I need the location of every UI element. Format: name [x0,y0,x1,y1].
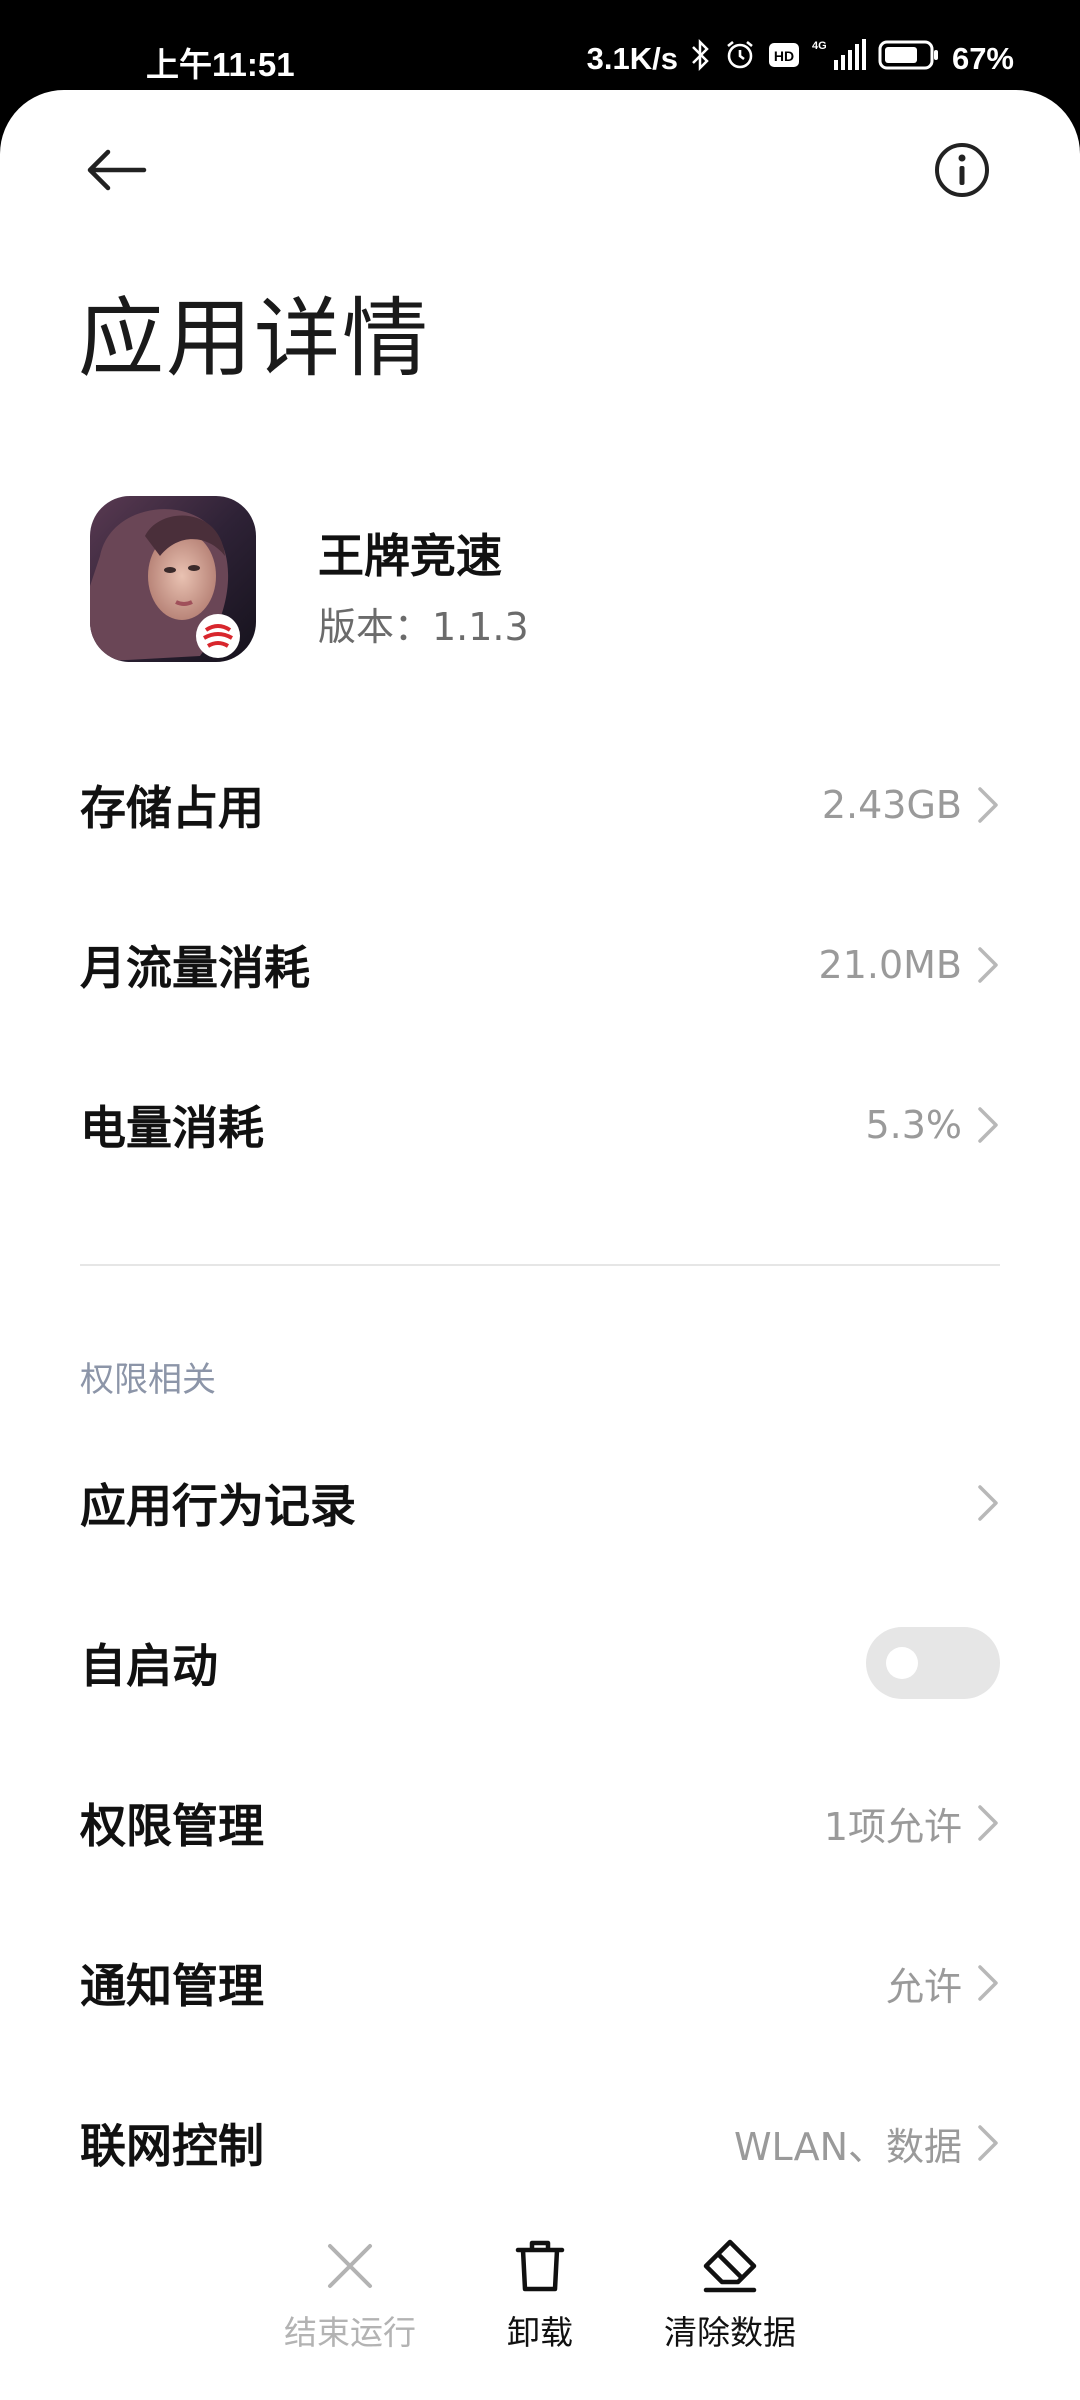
row-label: 自启动 [80,1639,218,1693]
chevron-right-icon [978,947,998,983]
app-name: 王牌竞速 [318,529,502,583]
close-icon [328,2244,372,2288]
force-stop-button[interactable]: 结束运行 [255,2238,445,2354]
force-stop-label: 结束运行 [284,2313,416,2352]
app-version: 版本：1.1.3 [318,605,529,649]
clear-data-button[interactable]: 清除数据 [635,2238,825,2354]
autostart-toggle[interactable] [866,1627,1000,1699]
arrow-left-icon [87,149,147,191]
info-icon [935,143,989,197]
row-label: 联网控制 [80,2119,264,2173]
row-label: 权限管理 [80,1799,264,1853]
row-value: 5.3% [865,1103,962,1147]
app-icon [90,496,256,662]
app-behavior-log-row[interactable]: 应用行为记录 [80,1448,1000,1558]
battery-usage-row[interactable]: 电量消耗 5.3% [80,1070,1000,1180]
divider [80,1264,1000,1266]
network-control-row[interactable]: 联网控制 WLAN、数据 [80,2088,1000,2198]
autostart-row: 自启动 [80,1608,1000,1718]
chevron-right-icon [978,1965,998,2001]
battery-percent: 67% [951,41,1014,76]
chevron-right-icon [978,1485,998,1521]
row-value: WLAN、数据 [733,2124,962,2169]
row-value: 1项允许 [823,1804,962,1849]
uninstall-button[interactable]: 卸载 [445,2238,635,2354]
chevron-right-icon [978,1107,998,1143]
row-label: 存储占用 [80,781,264,835]
app-details-sheet [0,90,1080,2400]
status-bar: 上午11:51 3.1K/s HD 4G 67% [0,0,1080,92]
data-usage-row[interactable]: 月流量消耗 21.0MB [80,910,1000,1020]
clear-data-label: 清除数据 [664,2313,796,2352]
trash-icon [515,2240,565,2292]
notification-manager-row[interactable]: 通知管理 允许 [80,1928,1000,2038]
chevron-right-icon [978,2125,998,2161]
back-button[interactable] [80,134,152,206]
row-value: 2.43GB [821,783,962,827]
uninstall-label: 卸载 [507,2313,573,2352]
app-info-button[interactable] [926,134,998,206]
alarm-icon [724,39,756,79]
signal-icon: 4G [812,38,866,80]
row-label: 通知管理 [80,1959,264,2013]
permission-manager-row[interactable]: 权限管理 1项允许 [80,1768,1000,1878]
bluetooth-icon [690,38,712,80]
chevron-right-icon [978,787,998,823]
hd-icon: HD [768,41,800,77]
bottom-action-bar: 结束运行 卸载 清除数据 [0,2220,1080,2400]
row-value: 21.0MB [818,943,962,987]
status-indicators: 3.1K/s HD 4G 67% [587,38,1014,80]
page-title: 应用详情 [78,289,430,389]
row-label: 月流量消耗 [80,941,310,995]
toggle-knob [886,1647,918,1679]
chevron-right-icon [978,1805,998,1841]
row-label: 应用行为记录 [80,1479,356,1533]
network-speed: 3.1K/s [586,41,678,76]
row-value: 允许 [885,1964,962,2009]
eraser-icon [703,2239,757,2293]
status-time: 上午11:51 [146,46,295,83]
row-label: 电量消耗 [80,1101,264,1155]
storage-row[interactable]: 存储占用 2.43GB [80,750,1000,860]
svg-text:HD: HD [774,48,794,64]
section-header-permissions: 权限相关 [80,1360,216,1400]
battery-icon [878,39,940,79]
network-type: 4G [812,40,827,52]
